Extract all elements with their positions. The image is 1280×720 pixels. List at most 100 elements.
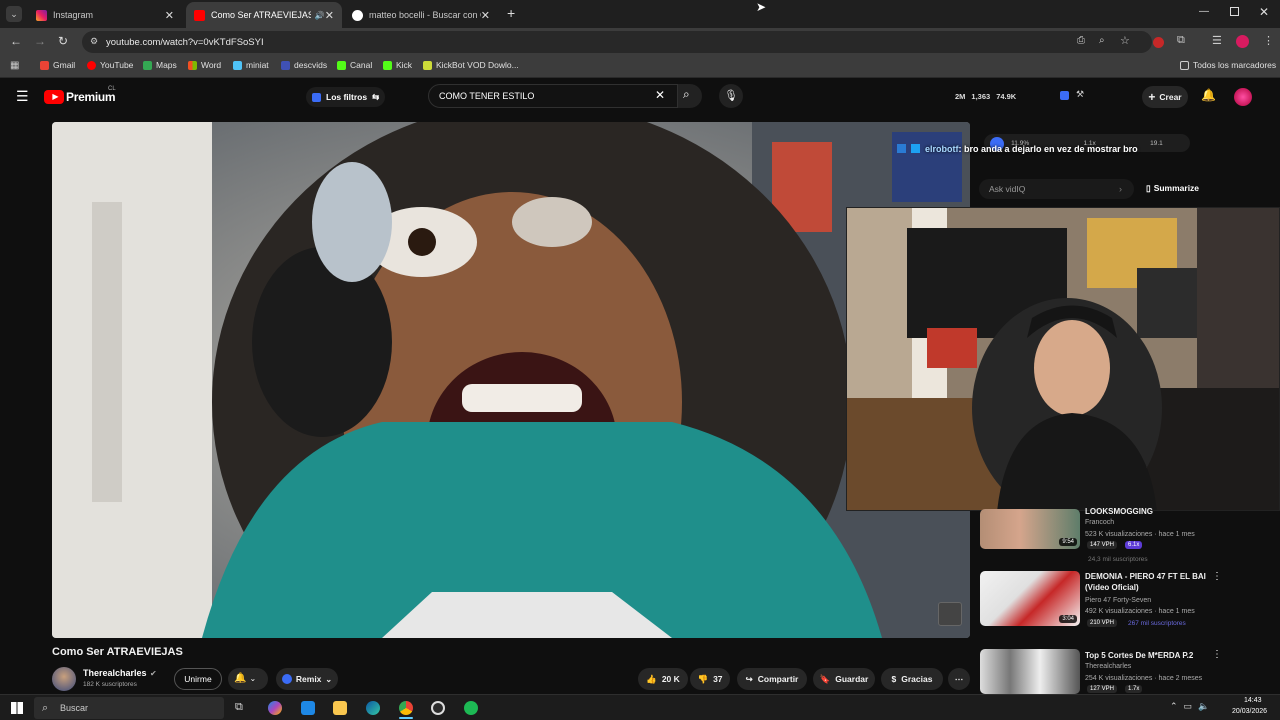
restore-window-icon[interactable] <box>1230 7 1239 16</box>
system-tray[interactable]: ⌃ ▭ 🔈 <box>1170 701 1209 712</box>
chrome-menu-icon[interactable]: ⋮ <box>1263 34 1274 47</box>
close-tab-icon[interactable]: ✕ <box>481 9 490 22</box>
recommendation-thumbnail[interactable]: 9:54 <box>980 509 1080 549</box>
notifications-icon[interactable]: 🔔 <box>1201 88 1216 102</box>
channel-avatar[interactable] <box>52 667 76 691</box>
menu-icon[interactable]: ☰ <box>16 88 29 105</box>
address-bar[interactable]: ⚙ youtube.com/watch?v=0vKTdFSoSYI ⎙ ⌕ ☆ <box>82 31 1152 53</box>
bookmark-kickbot[interactable]: KickBot VOD Dowlo... <box>423 60 519 70</box>
search-input[interactable]: COMO TENER ESTILO ✕ <box>428 84 678 108</box>
bookmark-descvids[interactable]: descvids <box>281 60 327 70</box>
share-button[interactable]: ↪ Compartir <box>737 668 807 690</box>
back-icon[interactable]: ← <box>10 34 22 48</box>
volume-icon[interactable]: 🔈 <box>1198 701 1209 712</box>
bookmark-gmail[interactable]: Gmail <box>40 60 75 70</box>
zoom-icon[interactable]: ⌕ <box>1099 35 1105 46</box>
all-bookmarks[interactable]: Todos los marcadores <box>1180 60 1276 70</box>
tab-instagram[interactable]: Instagram ✕ <box>28 2 182 28</box>
bookmarks-bar: ▦ Gmail YouTube Maps Word miniat descvid… <box>0 56 1280 78</box>
bookmark-kick[interactable]: Kick <box>383 60 412 70</box>
extensions-icon[interactable]: ⧉ <box>1177 34 1185 47</box>
close-tab-icon[interactable]: ✕ <box>165 9 174 22</box>
network-icon[interactable]: ▭ <box>1184 701 1193 712</box>
more-options-icon[interactable]: ⋮ <box>1212 571 1222 582</box>
video-title: Como Ser ATRAEVIEJAS <box>52 646 183 658</box>
subscribed-bell-button[interactable]: 🔔 ⌄ <box>228 668 268 690</box>
reading-list-icon[interactable]: ☰ <box>1212 34 1222 47</box>
recommendation-title[interactable]: Top 5 Cortes De M*ERDA P.2 <box>1085 650 1210 661</box>
record-extension-icon[interactable] <box>1153 37 1164 48</box>
forward-icon[interactable]: → <box>34 34 46 48</box>
new-tab-icon[interactable]: + <box>507 5 515 21</box>
create-button[interactable]: + Crear <box>1142 86 1188 108</box>
join-button[interactable]: Unirme <box>174 668 222 690</box>
obs-icon[interactable] <box>431 701 445 715</box>
voice-search-icon[interactable]: 🎙 <box>719 84 743 108</box>
stat-likes: 74.9K <box>996 92 1017 101</box>
recommendation-channel[interactable]: Therealcharles <box>1085 661 1131 672</box>
minimize-window-icon[interactable]: — <box>1199 6 1209 17</box>
task-view-icon[interactable]: ⧉ <box>235 701 243 714</box>
clock-date[interactable]: 20/03/2026 <box>1232 708 1267 715</box>
chrome-icon[interactable] <box>399 701 413 715</box>
vph-badge: 210 VPH <box>1087 619 1118 627</box>
bookmark-maps[interactable]: Maps <box>143 60 177 70</box>
recommendation-subs: 267 mil suscriptores <box>1128 620 1186 627</box>
tab-google-search[interactable]: matteo bocelli - Buscar con Go ✕ <box>344 2 498 28</box>
vidiq-icon[interactable] <box>1060 91 1069 100</box>
bookmark-word[interactable]: Word <box>188 60 221 70</box>
bookmark-miniat[interactable]: miniat <box>233 60 269 70</box>
reload-icon[interactable]: ↻ <box>58 34 68 48</box>
spotify-icon[interactable] <box>464 701 478 715</box>
thanks-button[interactable]: $ Gracias <box>881 668 943 690</box>
recommendation-channel[interactable]: Piero 47 Forty-Seven <box>1085 595 1151 606</box>
apps-grid-icon[interactable]: ▦ <box>10 60 19 71</box>
clock-time[interactable]: 14:43 <box>1244 697 1262 704</box>
tab-youtube-video[interactable]: Como Ser ATRAEVIEJAS - Yo 🔊 ✕ <box>186 2 342 28</box>
recommendation-thumbnail[interactable] <box>980 649 1080 694</box>
video-player[interactable] <box>52 122 970 638</box>
tab-strip: ⌄ Instagram ✕ Como Ser ATRAEVIEJAS - Yo … <box>0 0 1280 28</box>
chevron-up-icon[interactable]: ⌃ <box>1170 701 1178 712</box>
close-tab-icon[interactable]: ✕ <box>325 9 334 22</box>
search-button[interactable]: ⌕ <box>678 84 702 108</box>
webcam-overlay <box>846 207 1280 511</box>
tab-search-chevron-icon[interactable]: ⌄ <box>6 6 22 22</box>
more-options-icon[interactable]: ⋮ <box>1212 649 1222 660</box>
recommendation-channel[interactable]: Francoch <box>1085 517 1114 528</box>
file-explorer-icon[interactable] <box>333 701 347 715</box>
install-icon[interactable]: ⎙ <box>1077 35 1085 46</box>
close-window-icon[interactable]: ✕ <box>1259 5 1269 19</box>
clear-search-icon[interactable]: ✕ <box>655 88 665 102</box>
copilot-icon[interactable] <box>268 701 282 715</box>
store-icon[interactable] <box>301 701 315 715</box>
bookmark-canal[interactable]: Canal <box>337 60 372 70</box>
recommendation-title[interactable]: LOOKSMOGGING <box>1085 506 1255 515</box>
taskbar-search[interactable]: ⌕ Buscar <box>34 697 224 719</box>
save-button[interactable]: 🔖 Guardar <box>813 668 875 690</box>
edge-icon[interactable] <box>366 701 380 715</box>
chevron-right-icon[interactable]: › <box>1119 179 1122 199</box>
remix-button[interactable]: Remix ⌄ <box>276 668 338 690</box>
site-info-icon[interactable]: ⚙ <box>90 36 98 47</box>
recommendation-title[interactable]: DEMONIA - PIERO 47 FT EL BAI (Video Ofic… <box>1085 571 1210 593</box>
account-avatar[interactable] <box>1234 88 1252 106</box>
recommendation-thumbnail[interactable]: 3:04 <box>980 571 1080 626</box>
filters-button[interactable]: Los filtros ⇆ <box>306 87 386 107</box>
player-avatar-badge[interactable] <box>938 602 962 626</box>
profile-avatar[interactable] <box>1236 35 1249 48</box>
speaker-icon[interactable]: 🔊 <box>315 11 325 20</box>
webcam-frame <box>847 208 1279 510</box>
dislike-button[interactable]: 👎 37 <box>690 668 730 690</box>
channel-name[interactable]: Therealcharles <box>83 668 147 678</box>
windows-start-icon[interactable] <box>11 702 23 714</box>
like-button[interactable]: 👍 20 K <box>638 668 688 690</box>
ask-vidiq-input[interactable]: Ask vidIQ › <box>979 179 1134 199</box>
premium-label: Premium <box>66 90 116 104</box>
more-actions-button[interactable]: ⋯ <box>948 668 970 690</box>
chat-overlay: elrobotf: bro anda a dejarlo en vez de m… <box>897 144 1138 154</box>
summarize-button[interactable]: ▯ Summarize <box>1146 183 1199 194</box>
bookmark-youtube[interactable]: YouTube <box>87 60 133 70</box>
bookmark-star-icon[interactable]: ☆ <box>1120 34 1130 47</box>
extension-tools-icon[interactable]: ⚒ <box>1076 89 1084 100</box>
